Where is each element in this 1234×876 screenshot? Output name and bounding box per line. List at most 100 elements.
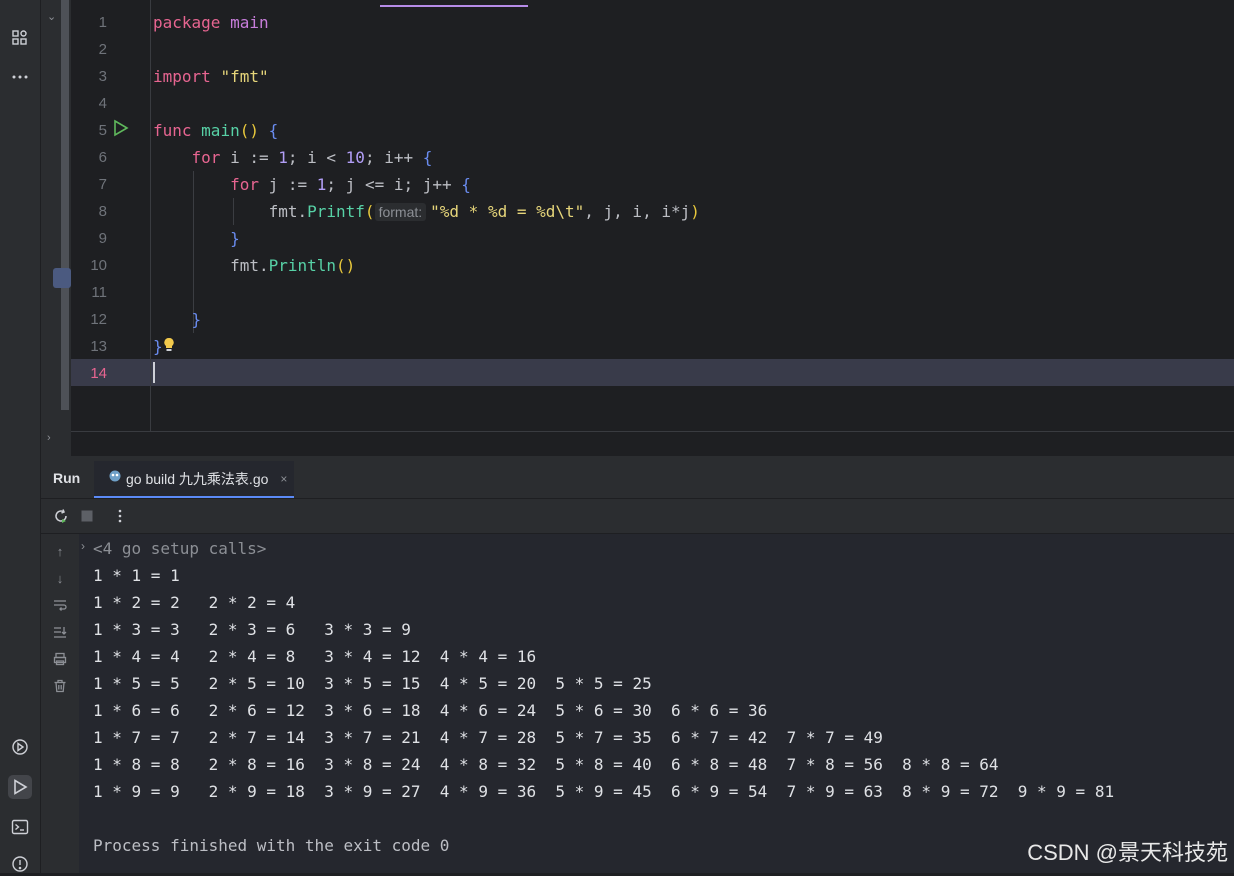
- code-line-7: for j := 1; j <= i; j++ {: [153, 171, 471, 198]
- output-line: 1 * 8 = 8 2 * 8 = 16 3 * 8 = 24 4 * 8 = …: [93, 755, 999, 774]
- gutter-separator: [150, 0, 151, 431]
- brace: {: [422, 148, 433, 167]
- line-number: 1: [98, 14, 107, 31]
- brace: }: [230, 229, 240, 248]
- services-icon[interactable]: [8, 735, 32, 759]
- project-selected-item[interactable]: [53, 268, 71, 288]
- chevron-down-icon[interactable]: ⌄: [47, 10, 56, 23]
- run-config-tab[interactable]: go build 九九乘法表.go ×: [94, 461, 294, 498]
- text-caret: [153, 362, 155, 383]
- run-tool-window: Run go build 九九乘法表.go × ↑ ↓ › <4 go setu…: [41, 456, 1234, 873]
- current-line-highlight: [71, 359, 1234, 386]
- code-line-12: }: [153, 306, 202, 333]
- line-number: 7: [98, 176, 107, 193]
- code-editor[interactable]: 1 2 3 4 5 6 7 8 9 10 11 12 13 14 package…: [71, 0, 1234, 431]
- number-literal: 10: [345, 148, 365, 167]
- brace: }: [153, 337, 163, 356]
- package-ref: fmt.: [230, 256, 269, 275]
- code-line-5: func main() {: [153, 117, 278, 144]
- watermark: CSDN @景天科技苑: [1027, 840, 1228, 865]
- more-options-icon[interactable]: [111, 507, 129, 525]
- keyword: for: [191, 148, 221, 167]
- code-text: i :=: [220, 148, 279, 167]
- line-number-gutter: 1 2 3 4 5 6 7 8 9 10 11 12 13 14: [71, 0, 151, 431]
- active-tab-indicator: [380, 5, 528, 7]
- function-call: Printf: [307, 202, 365, 221]
- output-line: 1 * 7 = 7 2 * 7 = 14 3 * 7 = 21 4 * 7 = …: [93, 728, 883, 747]
- run-header: Run go build 九九乘法表.go ×: [41, 456, 1234, 499]
- output-line: 1 * 2 = 2 2 * 2 = 4: [93, 593, 296, 612]
- code-line-8: fmt.Printf(format: "%d * %d = %d\t", j, i…: [153, 198, 700, 225]
- close-paren: ): [690, 202, 700, 221]
- open-paren: (: [364, 202, 375, 221]
- code-line-1: package main: [153, 9, 269, 36]
- stop-icon[interactable]: [78, 507, 96, 525]
- code-line-6: for i := 1; i < 10; i++ {: [153, 144, 433, 171]
- scroll-up-icon[interactable]: ↑: [51, 542, 69, 560]
- code-text: , j, i, i*j: [584, 202, 691, 221]
- line-number: 12: [90, 311, 107, 328]
- problems-icon[interactable]: [8, 852, 32, 876]
- keyword: package: [153, 13, 221, 32]
- run-title: Run: [53, 470, 81, 486]
- line-number-current: 14: [90, 365, 107, 382]
- code-line-9: }: [153, 225, 240, 252]
- keyword: import: [153, 67, 221, 86]
- output-line: 1 * 1 = 1: [93, 566, 180, 585]
- brace: {: [258, 121, 279, 140]
- lightbulb-icon[interactable]: [163, 334, 175, 361]
- string-literal: "fmt": [220, 67, 269, 86]
- scroll-down-icon[interactable]: ↓: [51, 569, 69, 587]
- go-gopher-icon: [108, 469, 122, 488]
- output-line: 1 * 3 = 3 2 * 3 = 6 3 * 3 = 9: [93, 620, 411, 639]
- output-line: 1 * 4 = 4 2 * 4 = 8 3 * 4 = 12 4 * 4 = 1…: [93, 647, 537, 666]
- package-ref: fmt.: [268, 202, 308, 221]
- editor-breadcrumb-bar: [71, 431, 1234, 457]
- print-icon[interactable]: [51, 650, 69, 668]
- code-text: ; j <= i; j++: [326, 175, 462, 194]
- rerun-icon[interactable]: [52, 507, 70, 525]
- console-output[interactable]: › <4 go setup calls> 1 * 1 = 1 1 * 2 = 2…: [79, 534, 1234, 873]
- line-number: 11: [91, 284, 107, 301]
- tool-window-strip: [0, 0, 41, 873]
- run-toolbar: [41, 499, 1234, 534]
- brace: {: [461, 175, 471, 194]
- keyword: for: [230, 175, 259, 194]
- console-side-toolbar: ↑ ↓: [41, 534, 79, 873]
- structure-icon[interactable]: [8, 26, 32, 50]
- line-number: 5: [98, 122, 107, 139]
- output-line: 1 * 6 = 6 2 * 6 = 12 3 * 6 = 18 4 * 6 = …: [93, 701, 768, 720]
- soft-wrap-icon[interactable]: [51, 596, 69, 614]
- line-number: 13: [90, 338, 107, 355]
- line-number: 10: [90, 257, 107, 274]
- close-tab-icon[interactable]: ×: [280, 472, 287, 486]
- terminal-icon[interactable]: [8, 815, 32, 839]
- line-number: 8: [98, 203, 107, 220]
- code-text: j :=: [258, 175, 317, 194]
- output-line: 1 * 9 = 9 2 * 9 = 18 3 * 9 = 27 4 * 9 = …: [93, 782, 1115, 801]
- code-line-13: }: [153, 333, 175, 360]
- trash-icon[interactable]: [51, 677, 69, 695]
- setup-calls-fold[interactable]: <4 go setup calls>: [93, 535, 266, 562]
- line-number: 3: [98, 68, 107, 85]
- exit-message: Process finished with the exit code 0: [93, 836, 450, 855]
- project-panel: ⌄ ›: [41, 0, 71, 456]
- line-number: 9: [98, 230, 107, 247]
- line-number: 2: [98, 41, 107, 58]
- code-text: ; i <: [287, 148, 346, 167]
- output-line: 1 * 5 = 5 2 * 5 = 10 3 * 5 = 15 4 * 5 = …: [93, 674, 652, 693]
- chevron-right-icon[interactable]: ›: [81, 539, 85, 553]
- parentheses: (): [336, 256, 356, 275]
- chevron-right-icon[interactable]: ›: [47, 432, 51, 444]
- parameter-hint: format:: [374, 203, 427, 221]
- package-name: main: [220, 13, 269, 32]
- more-tools-icon[interactable]: [8, 65, 32, 89]
- code-text: ; i++: [364, 148, 423, 167]
- line-number: 4: [98, 95, 107, 112]
- run-tool-icon[interactable]: [8, 775, 32, 799]
- run-gutter-icon[interactable]: [113, 119, 129, 142]
- project-scrollbar[interactable]: [61, 0, 69, 410]
- number-literal: 1: [316, 175, 327, 194]
- brace: }: [191, 310, 202, 329]
- scroll-to-end-icon[interactable]: [51, 623, 69, 641]
